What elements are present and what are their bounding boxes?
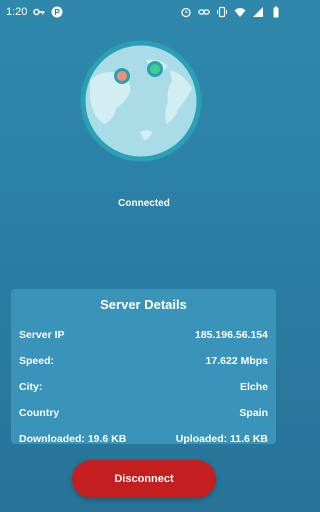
- vibrate-icon: [217, 6, 227, 18]
- server-ip-value: 185.196.56.154: [195, 329, 268, 341]
- connection-status: Connected: [118, 198, 170, 209]
- p-app-icon: P: [51, 6, 63, 18]
- traffic-row: Downloaded: 19.6 KB Uploaded: 11.6 KB: [19, 426, 268, 452]
- status-time: 1:20: [6, 6, 28, 18]
- country-row: Country Spain: [19, 400, 268, 426]
- globe-graphic: [80, 40, 202, 162]
- alarm-icon: [181, 7, 191, 18]
- country-label: Country: [19, 407, 60, 419]
- disconnect-button[interactable]: Disconnect: [72, 460, 216, 498]
- downloaded-text: Downloaded: 19.6 KB: [19, 433, 127, 445]
- battery-icon: [273, 6, 279, 18]
- svg-text:P: P: [55, 8, 61, 17]
- server-ip-row: Server IP 185.196.56.154: [19, 322, 268, 348]
- speed-label: Speed:: [19, 355, 55, 367]
- server-ip-label: Server IP: [19, 329, 65, 341]
- link-icon: [198, 9, 210, 15]
- city-row: City: Elche: [19, 374, 268, 400]
- server-details-title: Server Details: [100, 297, 187, 312]
- key-icon: [33, 8, 45, 16]
- country-value: Spain: [239, 407, 268, 419]
- signal-icon: [253, 7, 263, 17]
- status-bar: 1:20 P: [0, 0, 288, 24]
- globe-icon: [80, 40, 202, 162]
- wifi-icon: [234, 8, 246, 17]
- city-value: Elche: [239, 381, 268, 393]
- uploaded-text: Uploaded: 11.6 KB: [175, 433, 268, 445]
- speed-value: 17.622 Mbps: [205, 355, 268, 367]
- speed-row: Speed: 17.622 Mbps: [19, 348, 268, 374]
- city-label: City:: [19, 381, 43, 393]
- server-details-card: Server Details Server IP 185.196.56.154 …: [11, 289, 276, 445]
